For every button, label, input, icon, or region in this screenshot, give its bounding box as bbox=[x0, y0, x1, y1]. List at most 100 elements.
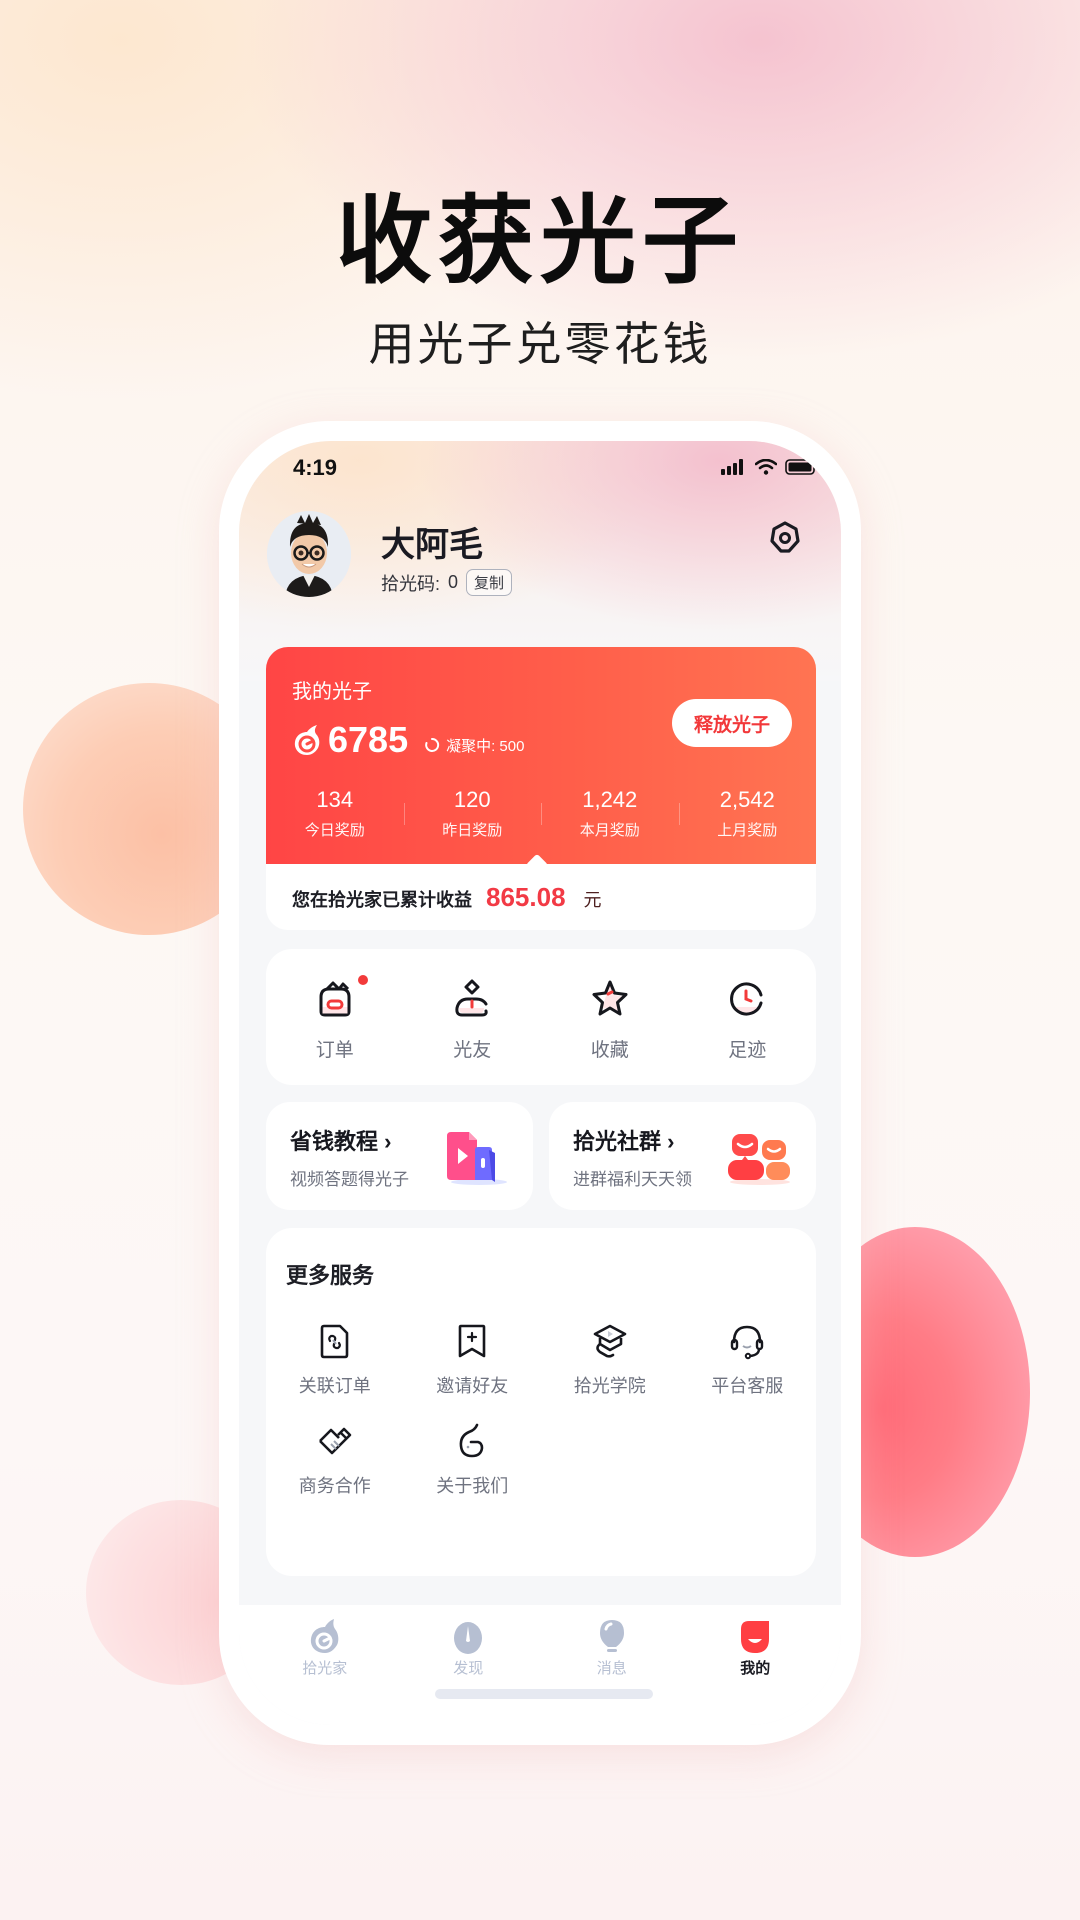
service-business[interactable]: 商务合作 bbox=[266, 1422, 404, 1498]
promo-subtitle: 视频答题得光子 bbox=[290, 1170, 409, 1189]
signal-icon bbox=[721, 459, 743, 475]
stat-this-month[interactable]: 1,242 本月奖励 bbox=[541, 787, 679, 847]
photon-card: 我的光子 6785 凝聚中: 500 释放光子 134 今日奖励 120 昨日奖… bbox=[266, 647, 816, 930]
photon-card-header: 我的光子 6785 凝聚中: 500 释放光子 134 今日奖励 120 昨日奖… bbox=[266, 647, 816, 864]
hero-title: 收获光子 bbox=[336, 188, 744, 295]
status-time: 4:19 bbox=[293, 455, 338, 480]
clock-icon bbox=[730, 982, 763, 1016]
promo-card-tutorial[interactable]: 省钱教程 › 视频答题得光子 bbox=[266, 1102, 533, 1210]
handshake-icon bbox=[318, 1427, 352, 1455]
hero-subtitle: 用光子兑零花钱 bbox=[368, 318, 712, 370]
photon-pending-label: 凝聚中: 500 bbox=[446, 737, 525, 755]
stat-today[interactable]: 134 今日奖励 bbox=[266, 787, 404, 847]
photon-label: 我的光子 bbox=[292, 681, 372, 703]
promo-title: 省钱教程 › bbox=[290, 1129, 392, 1154]
avatar[interactable] bbox=[267, 511, 351, 597]
stat-value: 2,542 bbox=[719, 787, 775, 812]
stat-value: 134 bbox=[316, 787, 354, 812]
star-icon bbox=[592, 980, 628, 1016]
tab-label: 发现 bbox=[453, 1660, 484, 1677]
service-invite-friend[interactable]: 邀请好友 bbox=[404, 1322, 542, 1398]
lightbulb-message-icon bbox=[599, 1620, 624, 1652]
wifi-icon bbox=[755, 459, 777, 475]
quick-actions-card: 订单 光友 收藏 足迹 bbox=[266, 949, 816, 1085]
photon-logo-icon bbox=[294, 725, 320, 755]
discover-icon bbox=[454, 1622, 483, 1654]
service-label: 关于我们 bbox=[436, 1476, 509, 1496]
settings-button[interactable] bbox=[767, 519, 803, 555]
home-indicator[interactable] bbox=[435, 1689, 653, 1699]
photon-pending: 凝聚中: 500 bbox=[424, 735, 524, 756]
stat-label: 今日奖励 bbox=[304, 822, 365, 839]
quick-item-favorites[interactable]: 收藏 bbox=[541, 949, 679, 1085]
service-label: 关联订单 bbox=[298, 1376, 371, 1396]
battery-icon bbox=[785, 459, 818, 475]
service-academy[interactable]: 拾光学院 bbox=[541, 1322, 679, 1398]
services-grid: 关联订单 邀请好友 拾光学院 平台客服 商务合作 关于我们 bbox=[266, 1322, 816, 1498]
video-tutorial-icon bbox=[447, 1132, 507, 1185]
username: 大阿毛 bbox=[381, 526, 483, 564]
headset-icon bbox=[731, 1325, 764, 1360]
photon-amount: 6785 bbox=[328, 719, 409, 760]
tab-label: 消息 bbox=[596, 1660, 627, 1677]
user-code-row: 拾光码: 0 复制 bbox=[381, 569, 513, 596]
order-icon bbox=[319, 981, 351, 1017]
tab-label: 拾光家 bbox=[302, 1660, 348, 1677]
quick-item-orders[interactable]: 订单 bbox=[266, 949, 404, 1085]
quick-item-label: 订单 bbox=[315, 1040, 354, 1061]
quick-item-label: 足迹 bbox=[728, 1040, 767, 1061]
user-code-value: 0 bbox=[448, 572, 459, 592]
profile-tab-icon bbox=[741, 1621, 770, 1653]
invite-friend-icon bbox=[458, 1324, 486, 1358]
quick-item-history[interactable]: 足迹 bbox=[679, 949, 817, 1085]
service-label: 邀请好友 bbox=[436, 1376, 509, 1396]
friends-icon bbox=[455, 979, 488, 1017]
earnings-unit: 元 bbox=[583, 890, 602, 910]
status-bar: 4:19 bbox=[239, 441, 841, 501]
service-link-order[interactable]: 关联订单 bbox=[266, 1322, 404, 1398]
profile-header: 大阿毛 拾光码: 0 复制 bbox=[239, 511, 841, 611]
tab-label: 我的 bbox=[740, 1660, 771, 1677]
community-icon bbox=[728, 1134, 790, 1185]
release-photon-button[interactable]: 释放光子 bbox=[672, 699, 792, 747]
promo-subtitle: 进群福利天天领 bbox=[573, 1170, 692, 1189]
phone-frame: 4:19 大阿毛 拾光码: 0 复制 我的光子 6785 凝聚中: 500 释放… bbox=[219, 421, 861, 1745]
stat-label: 昨日奖励 bbox=[442, 822, 503, 839]
stat-label: 上月奖励 bbox=[717, 822, 778, 839]
chevron-right-icon: › bbox=[667, 1129, 675, 1154]
link-order-icon bbox=[320, 1324, 349, 1359]
earnings-row: 您在拾光家已累计收益 865.08 元 bbox=[292, 882, 602, 913]
tab-profile[interactable]: 我的 bbox=[684, 1605, 828, 1725]
promo-card-community[interactable]: 拾光社群 › 进群福利天天领 bbox=[549, 1102, 816, 1210]
phone-screen: 4:19 大阿毛 拾光码: 0 复制 我的光子 6785 凝聚中: 500 释放… bbox=[239, 441, 841, 1725]
quick-item-label: 收藏 bbox=[590, 1040, 629, 1061]
service-label: 商务合作 bbox=[298, 1476, 371, 1496]
earnings-value: 865.08 bbox=[486, 882, 566, 912]
service-customer-support[interactable]: 平台客服 bbox=[679, 1322, 817, 1398]
loading-icon bbox=[425, 737, 440, 752]
service-label: 平台客服 bbox=[711, 1376, 784, 1396]
home-logo-icon bbox=[310, 1619, 339, 1653]
stat-value: 1,242 bbox=[582, 787, 638, 812]
academy-icon bbox=[593, 1324, 627, 1358]
stat-last-month[interactable]: 2,542 上月奖励 bbox=[678, 787, 817, 847]
services-title: 更多服务 bbox=[286, 1263, 375, 1288]
reward-stats: 134 今日奖励 120 昨日奖励 1,242 本月奖励 2,542 上月奖励 bbox=[266, 787, 816, 847]
settings-icon bbox=[770, 521, 800, 553]
about-us-icon bbox=[459, 1423, 484, 1458]
user-code-label: 拾光码: bbox=[381, 573, 441, 594]
tab-home[interactable]: 拾光家 bbox=[253, 1605, 397, 1725]
more-services-card: 更多服务 关联订单 邀请好友 拾光学院 平台客服 商务合作 关于我们 bbox=[266, 1228, 816, 1576]
copy-code-button[interactable]: 复制 bbox=[466, 569, 513, 596]
stat-yesterday[interactable]: 120 昨日奖励 bbox=[403, 787, 542, 847]
quick-item-label: 光友 bbox=[453, 1040, 492, 1061]
service-about-us[interactable]: 关于我们 bbox=[404, 1422, 542, 1498]
stat-value: 120 bbox=[453, 787, 491, 812]
tab-messages[interactable]: 消息 bbox=[540, 1605, 684, 1725]
service-label: 拾光学院 bbox=[573, 1376, 646, 1396]
quick-item-friends[interactable]: 光友 bbox=[404, 949, 542, 1085]
tab-discover[interactable]: 发现 bbox=[397, 1605, 541, 1725]
chevron-right-icon: › bbox=[384, 1129, 392, 1154]
earnings-label: 您在拾光家已累计收益 bbox=[292, 890, 472, 910]
bottom-tab-bar: 拾光家 发现 消息 我的 bbox=[239, 1605, 841, 1725]
